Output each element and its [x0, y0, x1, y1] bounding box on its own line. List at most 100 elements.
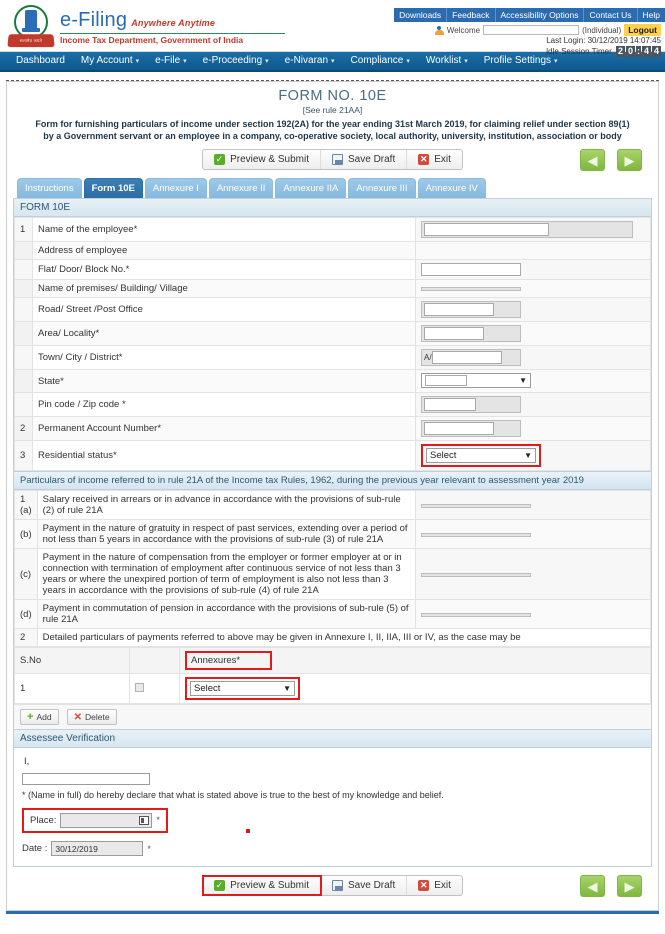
- place-input[interactable]: [60, 812, 153, 828]
- annexure-select[interactable]: Select ▼: [190, 681, 295, 696]
- row-number: 1 (a): [14, 490, 38, 520]
- gratuity-payment-input[interactable]: [421, 532, 531, 537]
- place-label: Place:: [30, 814, 57, 826]
- row-value: [415, 392, 651, 417]
- next-arrow-button-bottom[interactable]: ▶: [617, 874, 642, 897]
- brand: सत्यमेव जयते e-Filing Anywhere Anytime In…: [7, 4, 285, 50]
- row-label: Permanent Account Number*: [32, 416, 416, 441]
- top-link-feedback[interactable]: Feedback: [447, 8, 496, 22]
- verification-section-header: Assessee Verification: [14, 729, 651, 748]
- date-row: Date : 30/12/2019 *: [22, 841, 643, 856]
- preview-submit-button-bottom[interactable]: ✓ Preview & Submit: [202, 875, 322, 896]
- row-number: [14, 259, 33, 280]
- nav-item-e-nivaran[interactable]: e-Nivaran ▾: [277, 51, 343, 72]
- annexure-select-highlight: Select ▼: [185, 677, 300, 700]
- column-header-sno: S.No: [14, 647, 130, 674]
- state-select-value: [425, 375, 467, 386]
- commutation-pension-input[interactable]: [421, 612, 531, 617]
- tab-annexure-i[interactable]: Annexure I: [144, 178, 207, 198]
- add-annexure-button[interactable]: + Add: [20, 709, 59, 725]
- delete-x-icon: ✕: [73, 711, 83, 723]
- row-number: [14, 241, 33, 260]
- top-action-bar: ✓ Preview & Submit Save Draft ✕ Exit ◀ ▶: [13, 148, 652, 171]
- row-label: Address of employee: [32, 241, 416, 260]
- form-panel: FORM NO. 10E [See rule 21AA] Form for fu…: [6, 81, 659, 911]
- row-label: Pin code / Zip code *: [32, 392, 416, 417]
- chevron-down-icon: ▾: [135, 57, 140, 65]
- preview-submit-button-top[interactable]: ✓ Preview & Submit: [203, 150, 321, 169]
- row-number: (b): [14, 519, 38, 549]
- previous-arrow-button-top[interactable]: ◀: [580, 148, 605, 171]
- verification-name-input[interactable]: [22, 773, 150, 785]
- nav-item-dashboard[interactable]: Dashboard: [8, 51, 73, 71]
- top-link-help[interactable]: Help: [638, 8, 665, 22]
- previous-arrow-button-bottom[interactable]: ◀: [580, 874, 605, 897]
- save-draft-button-top[interactable]: Save Draft: [321, 150, 408, 169]
- exit-button-bottom[interactable]: ✕ Exit: [407, 876, 462, 895]
- row-value: [415, 490, 651, 520]
- form-container: FORM 10E 1 Name of the employee* Address…: [13, 198, 652, 867]
- logout-button[interactable]: Logout: [624, 24, 661, 36]
- save-draft-button-bottom[interactable]: Save Draft: [321, 876, 408, 895]
- form-section-header: FORM 10E: [14, 199, 651, 217]
- row-number: [14, 345, 33, 370]
- idle-label: Idle Session Timer: [545, 47, 612, 56]
- verification-body: I, * (Name in full) do hereby declare th…: [14, 748, 651, 866]
- top-link-contact-us[interactable]: Contact Us: [584, 8, 638, 22]
- top-link-downloads[interactable]: Downloads: [394, 8, 448, 22]
- salary-arrears-input[interactable]: [421, 503, 531, 508]
- tab-annexure-iv[interactable]: Annexure IV: [417, 178, 486, 198]
- row-value: [415, 279, 651, 298]
- premises-building-village-input[interactable]: [421, 287, 521, 291]
- town-city-district-wrap: A/: [421, 349, 521, 366]
- road-street-post-office-input[interactable]: [424, 303, 494, 316]
- action-button-group: ✓ Preview & Submit Save Draft ✕ Exit: [202, 149, 463, 170]
- area-locality-input[interactable]: [424, 327, 484, 340]
- row-label: Payment in the nature of gratuity in res…: [36, 519, 417, 549]
- table-row: Area/ Locality*: [14, 321, 651, 346]
- national-emblem-icon: सत्यमेव जयते: [7, 4, 55, 50]
- row-number: [14, 279, 33, 298]
- tab-annexure-ii[interactable]: Annexure II: [208, 178, 274, 198]
- flat-door-block-input[interactable]: [421, 263, 521, 276]
- nav-item-e-proceeding[interactable]: e-Proceeding ▾: [195, 51, 277, 72]
- annexure-row-checkbox-cell: [129, 673, 180, 704]
- row-label: Area/ Locality*: [32, 321, 416, 346]
- compensation-payment-input[interactable]: [421, 572, 531, 577]
- nav-item-compliance[interactable]: Compliance ▾: [343, 51, 418, 72]
- residential-status-select[interactable]: Select ▼: [426, 448, 536, 463]
- brand-tagline: Anywhere Anytime: [131, 18, 216, 28]
- name-of-employee-input[interactable]: [424, 223, 549, 236]
- table-header-row: S.No Annexures*: [14, 647, 651, 674]
- permanent-account-number-input[interactable]: [424, 422, 494, 435]
- town-city-district-input[interactable]: [431, 351, 502, 364]
- tab-annexure-iia[interactable]: Annexure IIA: [275, 178, 347, 198]
- annexure-row-checkbox[interactable]: [135, 682, 144, 692]
- tab-instructions[interactable]: Instructions: [17, 178, 82, 198]
- page-body: FORM NO. 10E [See rule 21AA] Form for fu…: [0, 72, 665, 914]
- pin-code-input[interactable]: [424, 398, 476, 411]
- name-of-employee-wrap: [421, 221, 633, 238]
- nav-item-worklist[interactable]: Worklist ▾: [418, 51, 476, 72]
- row-value: [415, 217, 651, 242]
- nav-item-my-account[interactable]: My Account ▾: [73, 51, 147, 72]
- exit-button-top[interactable]: ✕ Exit: [407, 150, 462, 169]
- state-select[interactable]: ▼: [421, 373, 531, 388]
- tab-annexure-iii[interactable]: Annexure III: [348, 178, 416, 198]
- idle-digit-1: 2: [616, 46, 625, 57]
- next-arrow-button-top[interactable]: ▶: [617, 148, 642, 171]
- delete-annexure-button[interactable]: ✕ Delete: [66, 709, 117, 725]
- date-input[interactable]: 30/12/2019: [51, 841, 144, 856]
- nav-item-e-file[interactable]: e-File ▾: [147, 51, 195, 72]
- tab-form-10e[interactable]: Form 10E: [83, 178, 143, 198]
- annexure-row-select-cell: Select ▼: [179, 673, 651, 704]
- row-label: Flat/ Door/ Block No.*: [32, 259, 416, 280]
- employee-details-table: 1 Name of the employee* Address of emplo…: [14, 217, 651, 471]
- form-title-block: FORM NO. 10E [See rule 21AA] Form for fu…: [13, 88, 652, 142]
- top-link-accessibility-options[interactable]: Accessibility Options: [496, 8, 585, 22]
- page-bottom-rule: [6, 911, 659, 914]
- row-number: (d): [14, 599, 38, 629]
- row-label: State*: [32, 369, 416, 393]
- row-label: Detailed particulars of payments referre…: [36, 628, 652, 647]
- brand-name: e-Filing Anywhere Anytime: [60, 9, 216, 31]
